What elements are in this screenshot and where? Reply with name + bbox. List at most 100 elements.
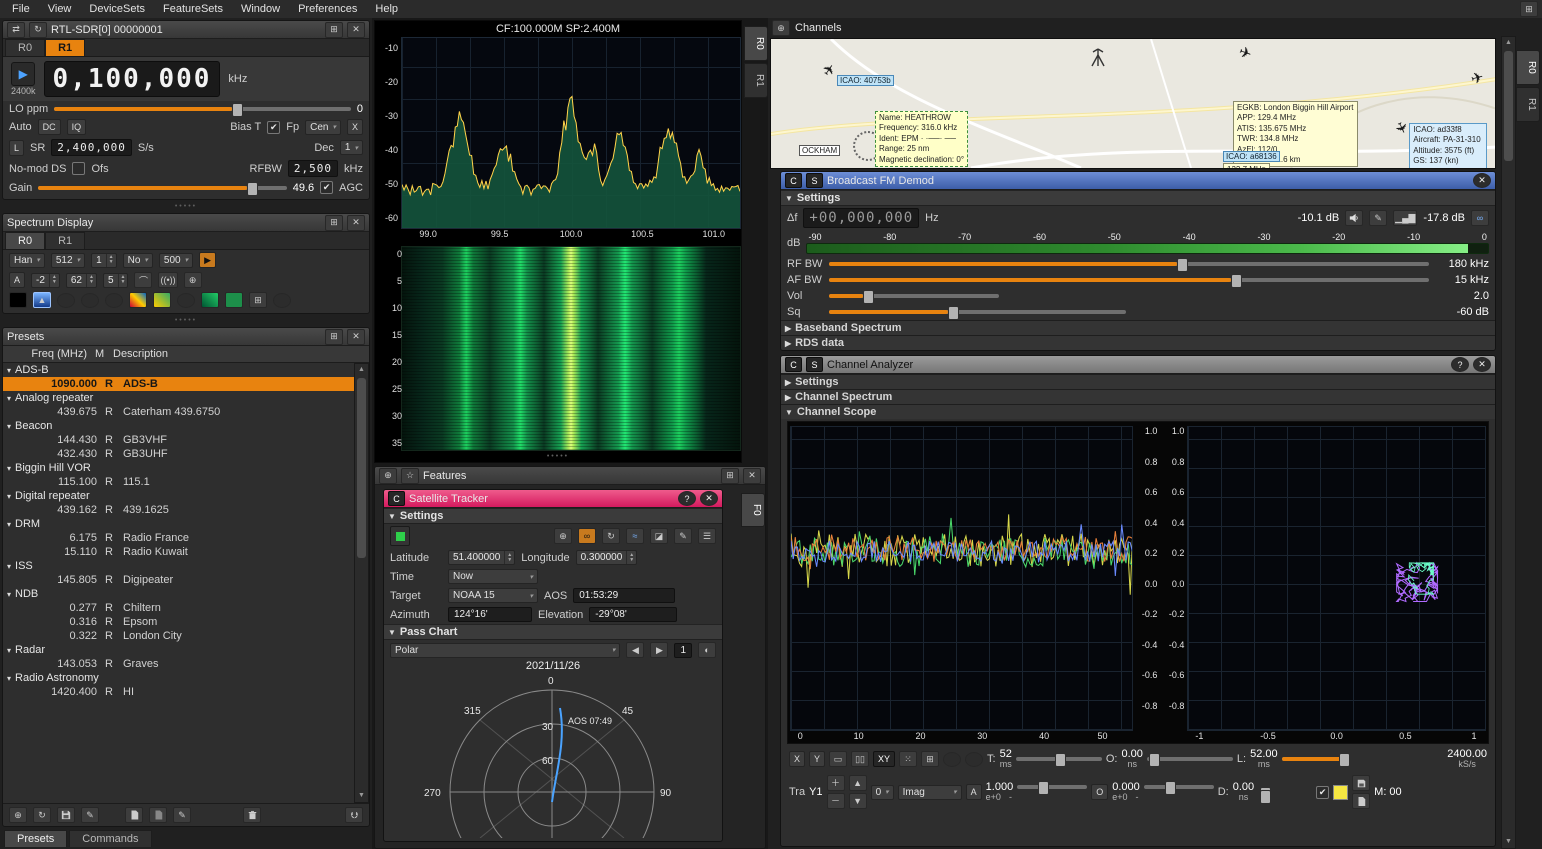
amp-minus[interactable]: - xyxy=(1009,792,1012,802)
shrink-icon[interactable]: ⊞ xyxy=(721,468,739,484)
refresh-rate-dropdown[interactable]: 500▾ xyxy=(159,253,193,268)
eraser-icon[interactable]: ◪ xyxy=(650,528,668,544)
resize-handle[interactable]: ••••• xyxy=(375,451,741,462)
menu-featuresets[interactable]: FeatureSets xyxy=(155,2,231,16)
bias-t-checkbox[interactable]: ✔ xyxy=(267,121,280,134)
shrink-icon[interactable]: ⊞ xyxy=(325,329,343,345)
pass-index-field[interactable]: 1 xyxy=(674,643,692,658)
squelch-pencil-icon[interactable]: ✎ xyxy=(1369,210,1387,226)
preset-row[interactable]: 144.430RGB3VHF xyxy=(3,433,354,447)
longitude-field[interactable]: 0.300000▲▼ xyxy=(576,550,638,565)
menu-preferences[interactable]: Preferences xyxy=(290,2,365,16)
dc-button[interactable]: DC xyxy=(38,119,61,135)
ockham-label[interactable]: OCKHAM xyxy=(799,145,840,156)
previous-pass-icon[interactable]: ◀ xyxy=(626,642,644,658)
preset-group-iss[interactable]: ▾ISS xyxy=(3,559,354,573)
polar-grid-icon[interactable]: ⁙ xyxy=(899,751,917,767)
import-preset-icon[interactable] xyxy=(149,807,167,823)
main-spectrum-view[interactable]: CF:100.000M SP:2.400M -10-20 -30-40 -50-… xyxy=(374,20,742,463)
window-menu-icon[interactable]: ⊞ xyxy=(1520,1,1538,17)
time-offset-slider[interactable] xyxy=(1147,757,1233,761)
preset-row[interactable]: 439.162R439.1625 xyxy=(3,503,354,517)
averaging-mode-dropdown[interactable]: No▾ xyxy=(123,253,153,268)
features-side-tab-f0[interactable]: F0 xyxy=(741,493,765,527)
channels-side-tab-r1[interactable]: R1 xyxy=(1516,87,1540,122)
preset-row[interactable]: 0.277RChiltern xyxy=(3,601,354,615)
display-xy-button[interactable]: XY xyxy=(873,751,895,767)
next-pass-icon[interactable]: ▶ xyxy=(650,642,668,658)
refresh-preset-icon[interactable]: ↻ xyxy=(33,807,51,823)
agc-checkbox[interactable]: ✔ xyxy=(320,181,333,194)
split-vertical-icon[interactable]: ▯▯ xyxy=(851,751,869,767)
start-stop-button[interactable]: ▶ xyxy=(11,62,35,86)
step-spinner[interactable]: 5▲▼ xyxy=(103,273,129,288)
map-display[interactable]: ✈ ✈ ✈ ✈ ICAO: 40753b OCKHAM Name: HEATHR… xyxy=(770,38,1496,169)
grid-toggle-icon[interactable] xyxy=(57,293,75,308)
doppler-icon[interactable]: ≈ xyxy=(626,528,644,544)
iq-button[interactable]: IQ xyxy=(67,119,87,135)
decay-toggle-icon[interactable] xyxy=(177,293,195,308)
spectrum-side-tab-r0[interactable]: R0 xyxy=(744,26,768,61)
menu-view[interactable]: View xyxy=(40,2,80,16)
edit-icon[interactable]: ✎ xyxy=(674,528,692,544)
broadcast-icon[interactable]: ((•)) xyxy=(158,272,177,288)
latitude-field[interactable]: 51.400000▲▼ xyxy=(448,550,515,565)
preset-group-biggin-hill-vor[interactable]: ▾Biggin Hill VOR xyxy=(3,461,354,475)
preset-row[interactable]: 1420.400RHI xyxy=(3,685,354,699)
device-tab-r0[interactable]: R0 xyxy=(5,39,45,56)
preset-group-ndb[interactable]: ▾NDB xyxy=(3,587,354,601)
aircraft-info-box[interactable]: ICAO: ad33f8 Aircraft: PA-31-310 Altitud… xyxy=(1409,123,1487,169)
ofs-checkbox[interactable] xyxy=(72,162,85,175)
gridlines-toggle-icon[interactable] xyxy=(81,293,99,308)
preset-group-analog-repeater[interactable]: ▾Analog repeater xyxy=(3,391,354,405)
preset-group-digital-repeater[interactable]: ▾Digital repeater xyxy=(3,489,354,503)
amplitude-slider[interactable] xyxy=(1017,785,1087,789)
device-tab-r1[interactable]: R1 xyxy=(45,39,85,56)
volume-slider[interactable] xyxy=(829,294,999,298)
grid-icon[interactable]: ⊞ xyxy=(921,751,939,767)
trace-source-dropdown[interactable]: 0▾ xyxy=(871,785,894,800)
preset-row[interactable]: 1090.000RADS-B xyxy=(3,377,354,391)
close-icon[interactable]: ✕ xyxy=(347,215,365,231)
load-preset-icon[interactable]: ⮋ xyxy=(345,807,363,823)
star-icon[interactable]: ☆ xyxy=(401,468,419,484)
trace-down-icon[interactable]: ▼ xyxy=(849,793,867,809)
offset-slider[interactable] xyxy=(1144,785,1214,789)
colormap-swatch-1[interactable] xyxy=(129,292,147,308)
scope-trace-plot[interactable] xyxy=(790,426,1133,731)
rename-preset-icon[interactable]: ✎ xyxy=(173,807,191,823)
tab-presets[interactable]: Presets xyxy=(4,830,67,847)
preset-row[interactable]: 143.053RGraves xyxy=(3,657,354,671)
waterfall-display[interactable]: 05 1015 2025 3035 xyxy=(401,246,741,451)
delete-preset-icon[interactable] xyxy=(243,807,261,823)
tracker-settings-section[interactable]: ▼Settings xyxy=(384,508,722,524)
add-feature-icon[interactable]: ⊕ xyxy=(379,468,397,484)
preset-row[interactable]: 15.110RRadio Kuwait xyxy=(3,545,354,559)
rfbw-display[interactable]: 2,500 xyxy=(288,160,338,177)
offset-minus[interactable]: - xyxy=(1135,792,1138,802)
grid-icon[interactable]: ⊞ xyxy=(249,292,267,308)
menu-window[interactable]: Window xyxy=(233,2,288,16)
x-button[interactable]: X xyxy=(347,119,363,135)
refresh-icon[interactable]: ↻ xyxy=(602,528,620,544)
preset-row[interactable]: 0.316REpsom xyxy=(3,615,354,629)
spectrum-side-tab-r1[interactable]: R1 xyxy=(744,63,768,98)
channel-spectrum-section[interactable]: ▶Channel Spectrum xyxy=(781,389,1495,404)
time-base-slider[interactable] xyxy=(1016,757,1102,761)
resize-handle[interactable]: ••••• xyxy=(2,315,370,326)
histogram-color-swatch[interactable]: ▲ xyxy=(33,292,51,308)
preset-group-adsb[interactable]: ▾ADS-B xyxy=(3,363,354,377)
rds-data-section[interactable]: ▶RDS data xyxy=(781,335,1495,350)
dark-theme-icon[interactable]: ◐ xyxy=(698,642,716,658)
close-icon[interactable]: ✕ xyxy=(347,329,365,345)
preset-group-drm[interactable]: ▾DRM xyxy=(3,517,354,531)
rf-bw-slider[interactable] xyxy=(829,262,1429,266)
persistence-toggle-icon[interactable] xyxy=(943,752,961,767)
spectrum-tab-r0[interactable]: R0 xyxy=(5,232,45,249)
add-channel-icon[interactable]: ⊕ xyxy=(772,20,790,36)
crosshair-icon[interactable]: ⊕ xyxy=(184,272,202,288)
add-trace-icon[interactable]: ＋ xyxy=(827,775,845,791)
scope-xy-plot[interactable] xyxy=(1187,426,1486,731)
menu-file[interactable]: File xyxy=(4,2,38,16)
presets-scrollbar[interactable]: ▲▼ xyxy=(354,363,369,803)
